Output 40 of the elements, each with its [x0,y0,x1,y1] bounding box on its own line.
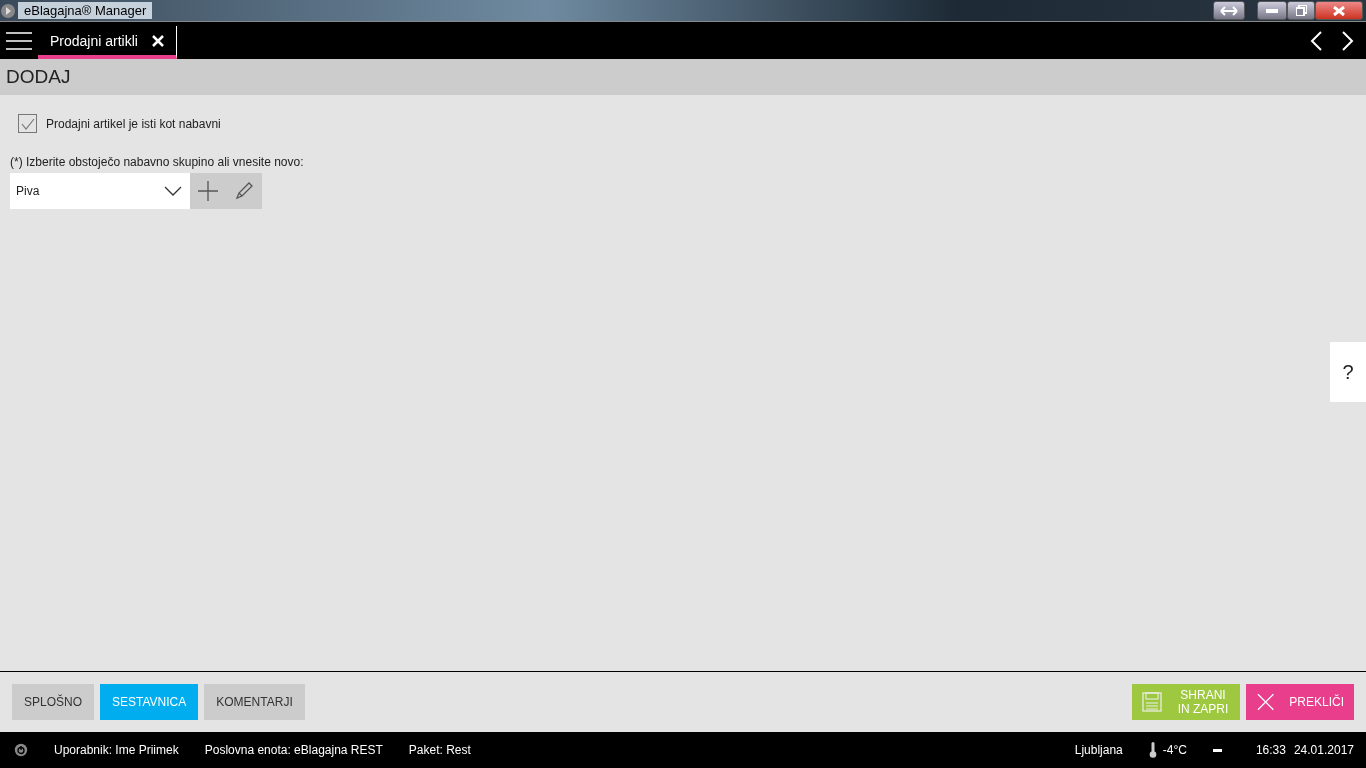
help-button[interactable]: ? [1330,342,1366,402]
close-button[interactable] [1315,1,1363,20]
minimize-icon [1266,8,1278,13]
user-label: Uporabnik: Ime Priimek [54,743,179,757]
add-button[interactable] [190,173,226,209]
package-label: Paket: Rest [408,743,471,757]
close-icon [1333,5,1345,16]
restore-icon [1295,5,1307,16]
plus-icon [198,181,218,201]
pencil-icon [234,181,254,201]
close-icon [151,34,164,47]
maximize-button[interactable] [1287,1,1315,20]
dash-icon [1212,748,1222,752]
business-unit-label: Poslovna enota: eBlagajna REST [204,743,383,757]
save-icon [1142,692,1162,712]
group-dropdown[interactable]: Piva [10,173,190,209]
cancel-button[interactable]: PREKLIČI [1246,684,1354,720]
edit-button[interactable] [226,173,262,209]
chevron-right-icon [1342,30,1354,51]
resize-button[interactable] [1213,1,1245,20]
window-title: eBlagajna® Manager [18,2,153,19]
section-tab[interactable]: SPLOŠNO [12,684,95,720]
resize-icon [1220,5,1238,16]
time-label: 16:33 [1255,743,1286,757]
chevron-down-icon [164,186,182,196]
temperature-label: -4°C [1162,743,1187,757]
power-icon [14,743,28,757]
menu-icon [6,30,32,51]
checkbox-label: Prodajni artikel je isti kot nabavni [46,116,221,131]
date-label: 24.01.2017 [1293,743,1354,757]
close-icon [1256,692,1276,712]
city-label: Ljubljana [1074,743,1123,757]
section-tab[interactable]: KOMENTARJI [204,684,305,720]
thermometer-icon [1148,742,1157,758]
minimize-button[interactable] [1257,1,1287,20]
field-label: (*) Izberite obstoječo nabavno skupino ali vnesite novo: [10,155,305,169]
checkbox[interactable] [18,114,37,133]
check-icon [20,117,35,130]
page-title: DODAJ [0,59,1366,95]
chevron-left-icon [1310,30,1322,51]
